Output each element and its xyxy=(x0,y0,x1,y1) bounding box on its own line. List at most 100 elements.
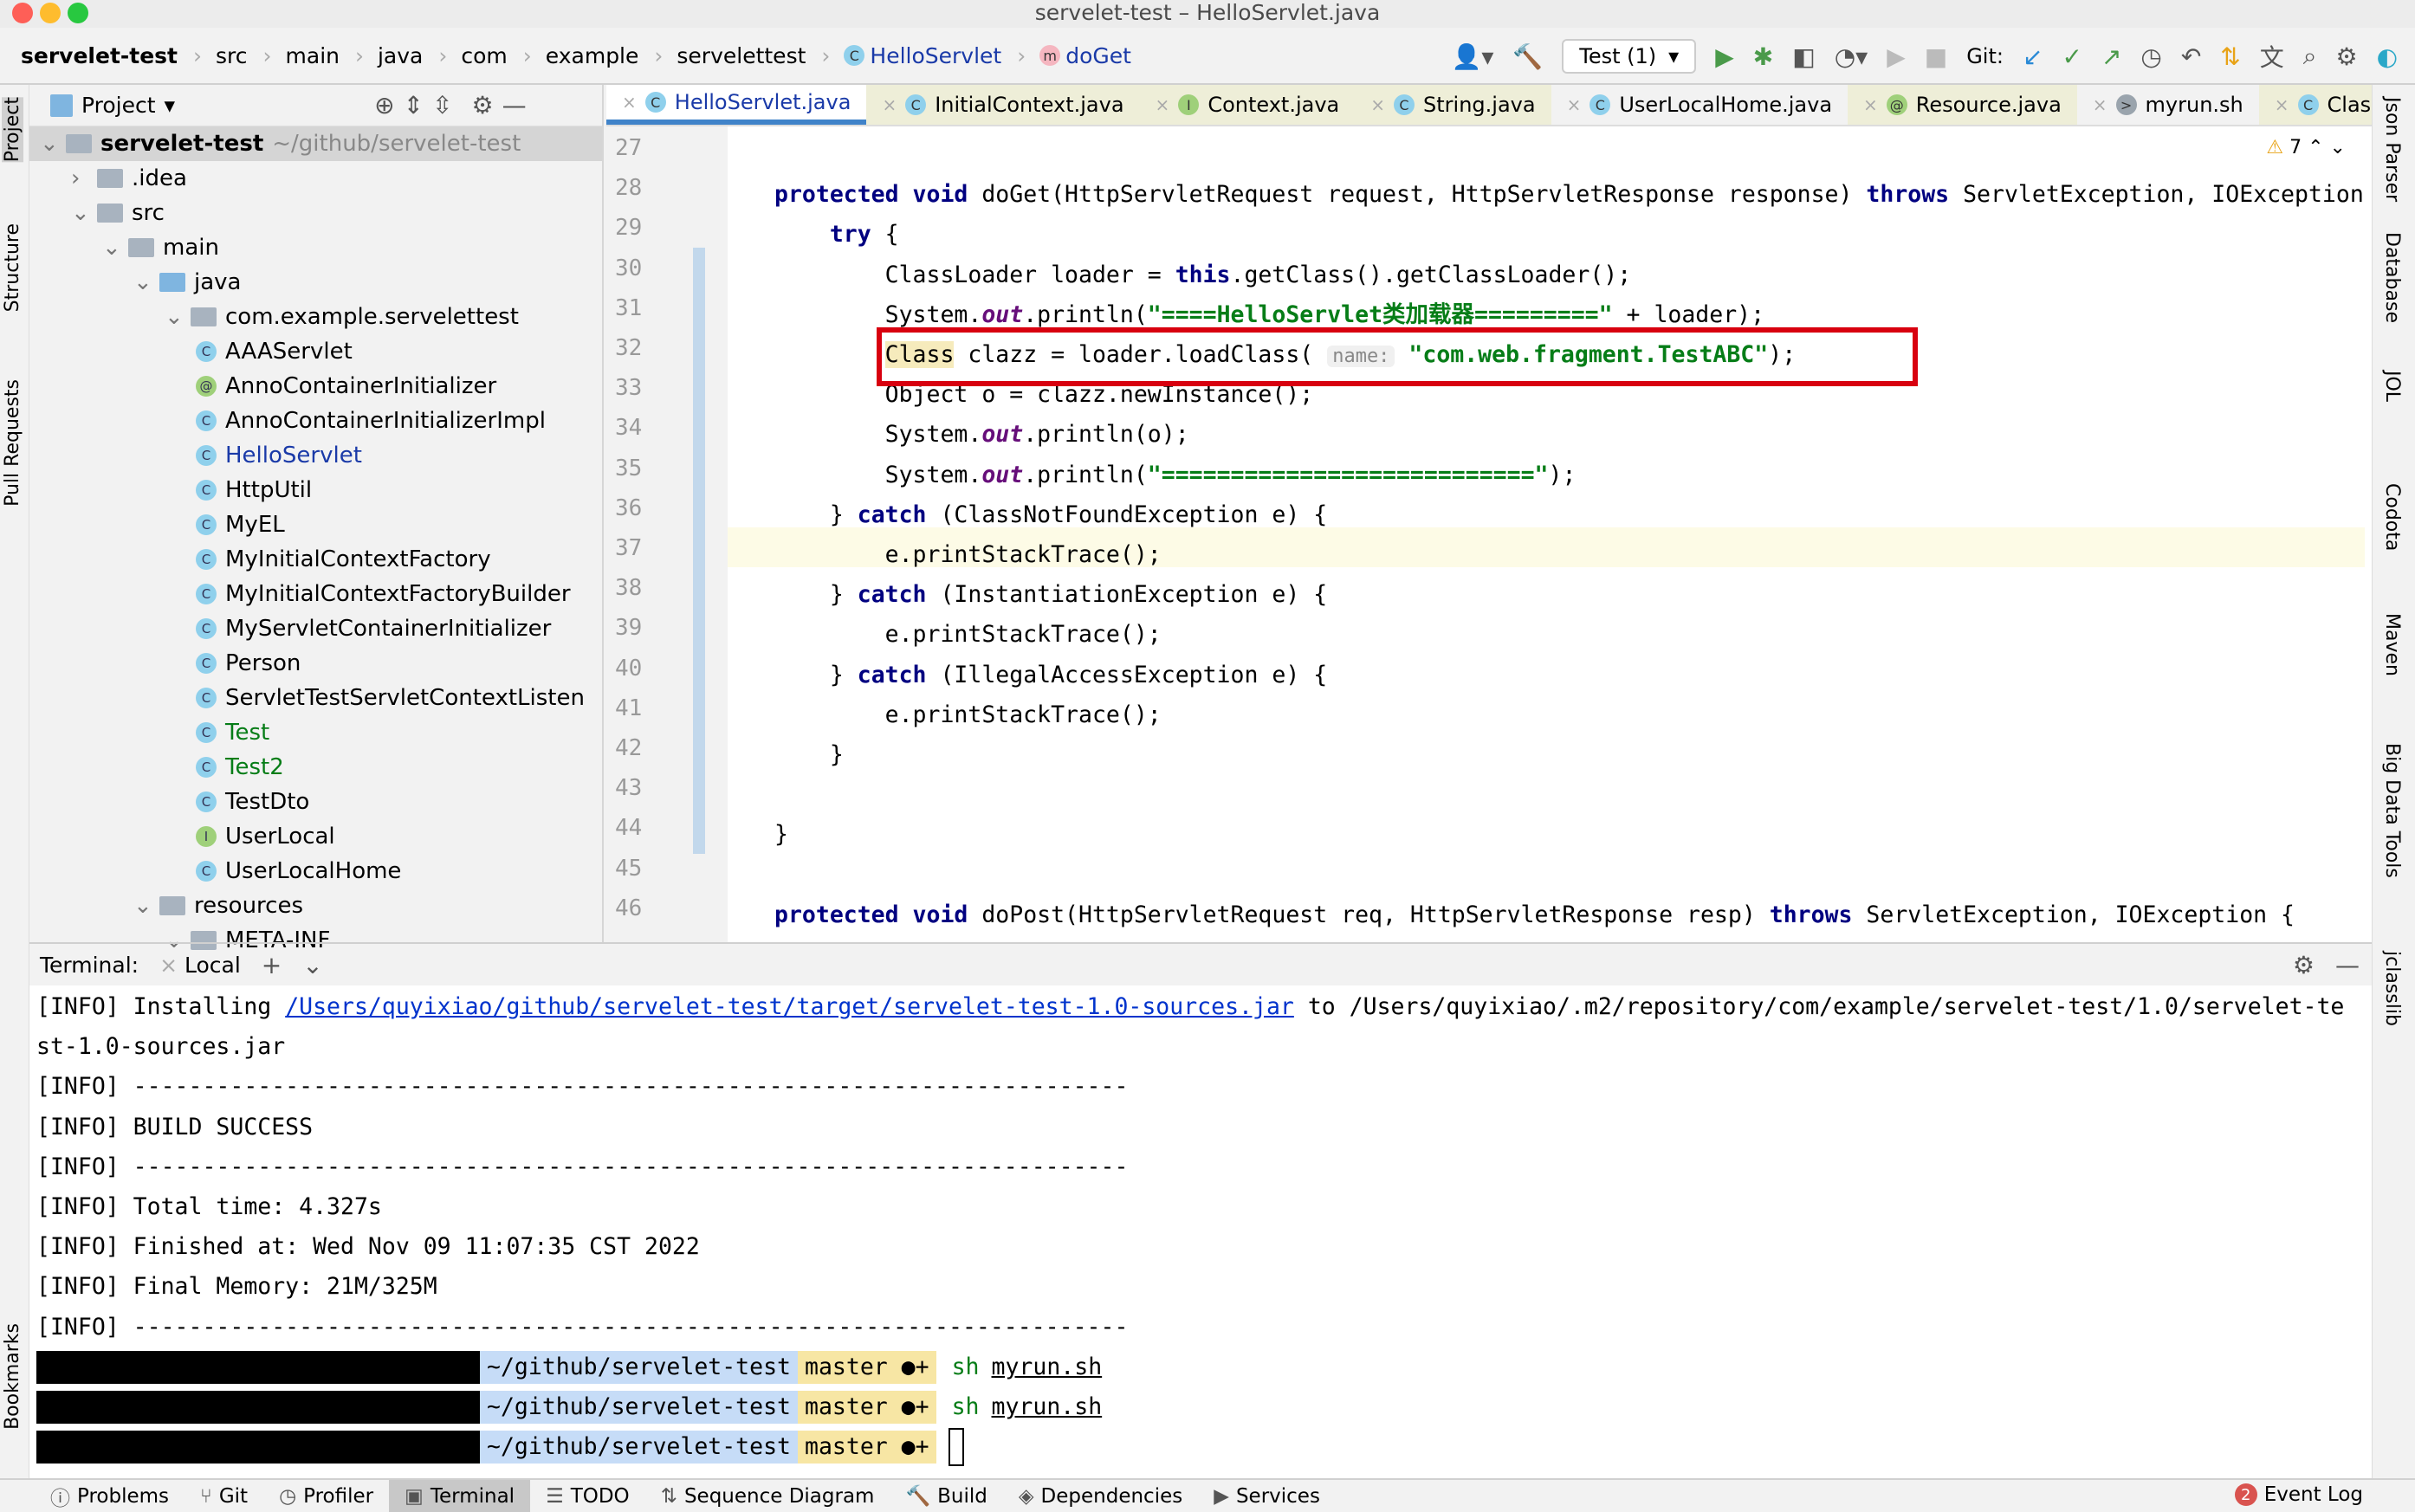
tree-item[interactable]: C MyEL xyxy=(29,507,285,542)
run-configuration-select[interactable]: Test (1) ▾ xyxy=(1562,39,1697,74)
tree-item[interactable]: C Test xyxy=(29,715,269,750)
tree-item[interactable]: @ AnnoContainerInitializer xyxy=(29,369,496,404)
tree-item[interactable]: ⌄ main xyxy=(29,230,219,265)
chevron-down-icon[interactable]: ⌄ xyxy=(302,951,322,979)
hide-icon[interactable]: — xyxy=(2335,951,2360,979)
inspection-widget[interactable]: ⚠ 7 ⌃ ⌄ xyxy=(2266,137,2346,158)
breadcrumb-item[interactable]: servelet-test xyxy=(14,43,209,68)
tab-helloservlet-java[interactable]: × C HelloServlet.java xyxy=(606,85,867,125)
bottom-tab-sequence-diagram[interactable]: ⇅ Sequence Diagram xyxy=(645,1480,890,1512)
breadcrumb-item[interactable]: example xyxy=(539,43,670,68)
close-icon[interactable]: × xyxy=(1567,94,1582,115)
tree-item[interactable]: C TestDto xyxy=(29,785,309,819)
add-terminal-icon[interactable]: + xyxy=(262,951,282,979)
rollback-icon[interactable]: ↶ xyxy=(2181,42,2201,71)
chevron-down-icon[interactable]: ▾ xyxy=(165,93,176,118)
tool-window-database[interactable]: Database xyxy=(2381,232,2403,323)
tree-item[interactable]: ⌄ java xyxy=(29,265,241,300)
git-push-icon[interactable]: ↗ xyxy=(2101,42,2121,71)
gear-icon[interactable]: ⚙ xyxy=(2335,42,2357,71)
tool-window-pull-requests[interactable]: Pull Requests xyxy=(2,379,23,507)
gear-icon[interactable]: ⚙ xyxy=(2293,951,2315,979)
maximize-window-button[interactable] xyxy=(68,3,88,23)
tool-window-json-parser[interactable]: Json Parser xyxy=(2381,97,2403,202)
plugin-icon[interactable]: ◐ xyxy=(2377,42,2398,71)
breadcrumb-item[interactable]: servelettest xyxy=(670,43,837,68)
close-icon[interactable]: × xyxy=(2093,94,2107,115)
bottom-tab-profiler[interactable]: ◷ Profiler xyxy=(263,1480,389,1512)
tree-item[interactable]: I UserLocal xyxy=(29,819,335,854)
project-view-select[interactable]: Project xyxy=(81,93,156,118)
minimize-window-button[interactable] xyxy=(40,3,61,23)
tool-window-jol[interactable]: JOL xyxy=(2381,371,2403,402)
git-update-icon[interactable]: ↙ xyxy=(2023,42,2043,71)
tree-item[interactable]: ⌄ src xyxy=(29,196,165,230)
tree-item[interactable]: C AnnoContainerInitializerImpl xyxy=(29,404,546,438)
tree-item[interactable]: C Person xyxy=(29,646,301,681)
breadcrumb-item[interactable]: src xyxy=(209,43,279,68)
tab-resource-java[interactable]: × @ Resource.java xyxy=(1848,85,2077,125)
bottom-tab-todo[interactable]: ☰ TODO xyxy=(530,1480,645,1512)
chevron-icon[interactable]: ⌄ xyxy=(133,265,152,300)
tree-item[interactable]: C ServletTestServletContextListen xyxy=(29,681,585,715)
breadcrumb-item[interactable]: com xyxy=(454,43,538,68)
breadcrumb-item[interactable]: m doGet xyxy=(1033,43,1138,68)
tool-window-jclasslib[interactable]: jclasslib xyxy=(2381,951,2403,1026)
search-icon[interactable]: ⌕ xyxy=(2303,42,2317,71)
bottom-tab-git[interactable]: ⑂ Git xyxy=(185,1480,263,1512)
terminal-link[interactable]: /Users/quyixiao/github/servelet-test/tar… xyxy=(285,993,1294,1020)
close-icon[interactable]: × xyxy=(882,94,897,115)
tree-item[interactable]: ⌄ resources xyxy=(29,888,303,923)
terminal-argument[interactable]: myrun.sh xyxy=(992,1347,1103,1387)
terminal-argument[interactable]: myrun.sh xyxy=(992,1387,1103,1427)
terminal-output[interactable]: [INFO] Installing /Users/quyixiao/github… xyxy=(29,985,2372,1478)
expand-all-icon[interactable]: ⇕ xyxy=(404,91,424,120)
terminal-tab-local[interactable]: × Local xyxy=(159,953,241,978)
event-log-button[interactable]: 2 Event Log xyxy=(2234,1483,2363,1506)
collapse-all-icon[interactable]: ⇳ xyxy=(432,91,452,120)
close-icon[interactable]: × xyxy=(159,953,185,978)
tab-userlocalhome-java[interactable]: × C UserLocalHome.java xyxy=(1551,85,1848,125)
tree-item[interactable]: ⌄ com.example.servelettest xyxy=(29,300,519,334)
debug-icon[interactable]: ✱ xyxy=(1753,42,1773,71)
tab-initialcontext-java[interactable]: × C InitialContext.java xyxy=(866,85,1140,125)
tree-item[interactable]: C Test2 xyxy=(29,750,284,785)
user-icon[interactable]: 👤▾ xyxy=(1451,42,1493,71)
breadcrumb-item[interactable]: main xyxy=(279,43,371,68)
profile-icon[interactable]: ◔▾ xyxy=(1835,42,1868,71)
chevron-icon[interactable]: ⌄ xyxy=(133,888,152,923)
run-icon[interactable]: ▶ xyxy=(1715,42,1734,71)
tree-item[interactable]: › .idea xyxy=(29,161,187,196)
tool-window-big-data-tools[interactable]: Big Data Tools xyxy=(2381,743,2403,878)
chevron-icon[interactable]: ⌄ xyxy=(165,300,184,334)
tab-myrun-sh[interactable]: × > myrun.sh xyxy=(2077,85,2259,125)
hide-icon[interactable]: — xyxy=(502,91,527,120)
close-icon[interactable]: × xyxy=(1370,94,1385,115)
tool-window-project[interactable]: Project xyxy=(2,97,23,163)
history-icon[interactable]: ◷ xyxy=(2140,42,2161,71)
tab-class-ja[interactable]: × C Class.ja xyxy=(2258,85,2372,125)
chevron-icon[interactable]: ⌄ xyxy=(102,230,121,265)
chevron-icon[interactable]: ⌄ xyxy=(71,196,90,230)
close-icon[interactable]: × xyxy=(622,92,637,113)
sequence-diagram-icon[interactable]: ⇅ xyxy=(2220,42,2240,71)
breadcrumb-item[interactable]: java xyxy=(371,43,454,68)
coverage-icon[interactable]: ◧ xyxy=(1792,42,1815,71)
tree-item[interactable]: C HelloServlet xyxy=(29,438,362,473)
tool-window-codota[interactable]: Codota xyxy=(2381,483,2403,551)
chevron-icon[interactable]: ⌄ xyxy=(40,126,59,161)
close-icon[interactable]: × xyxy=(1156,94,1170,115)
close-icon[interactable]: × xyxy=(2275,94,2289,115)
breadcrumb-item[interactable]: C HelloServlet xyxy=(837,43,1033,68)
tree-item[interactable]: ⌄ servelet-test ~/github/servelet-test xyxy=(29,126,602,161)
close-window-button[interactable] xyxy=(12,3,33,23)
code-editor[interactable]: 27 28 29 30 31 32 33 34 35 36 37 38 39 40 41 42 43 44 45 46… xyxy=(606,126,2372,942)
bottom-tab-terminal[interactable]: ▣ Terminal xyxy=(389,1480,531,1512)
resume-icon[interactable]: ▶ xyxy=(1887,42,1906,71)
tool-window-bookmarks[interactable]: Bookmarks xyxy=(2,1323,23,1430)
chevron-icon[interactable]: › xyxy=(71,161,88,196)
translate-icon[interactable]: 文 xyxy=(2260,39,2284,74)
bottom-tab-build[interactable]: 🔨 Build xyxy=(890,1480,1002,1512)
tree-item[interactable]: C AAAServlet xyxy=(29,334,353,369)
git-commit-icon[interactable]: ✓ xyxy=(2062,42,2082,71)
